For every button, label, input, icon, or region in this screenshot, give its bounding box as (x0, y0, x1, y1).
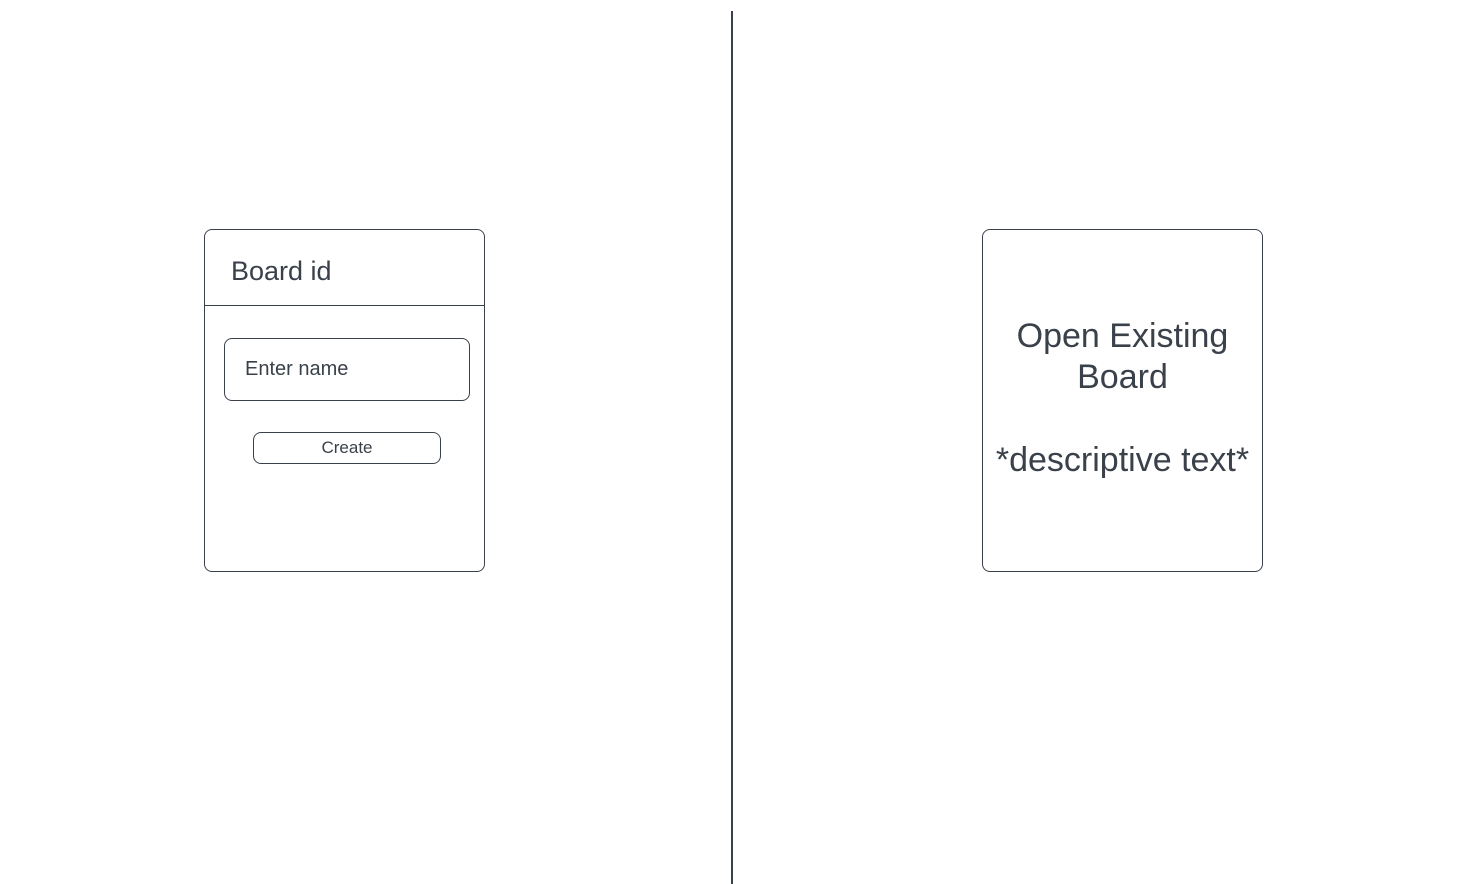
open-existing-board-card[interactable]: Open Existing Board *descriptive text* (982, 229, 1263, 572)
create-board-card: Board id Create (204, 229, 485, 572)
vertical-divider (731, 11, 733, 884)
board-name-input[interactable] (224, 338, 470, 401)
open-existing-board-title: Open Existing Board (1016, 317, 1229, 396)
create-button[interactable]: Create (253, 432, 441, 464)
board-id-title: Board id (231, 256, 332, 286)
open-existing-board-description: *descriptive text* (995, 441, 1250, 479)
create-board-card-header: Board id (205, 230, 484, 306)
